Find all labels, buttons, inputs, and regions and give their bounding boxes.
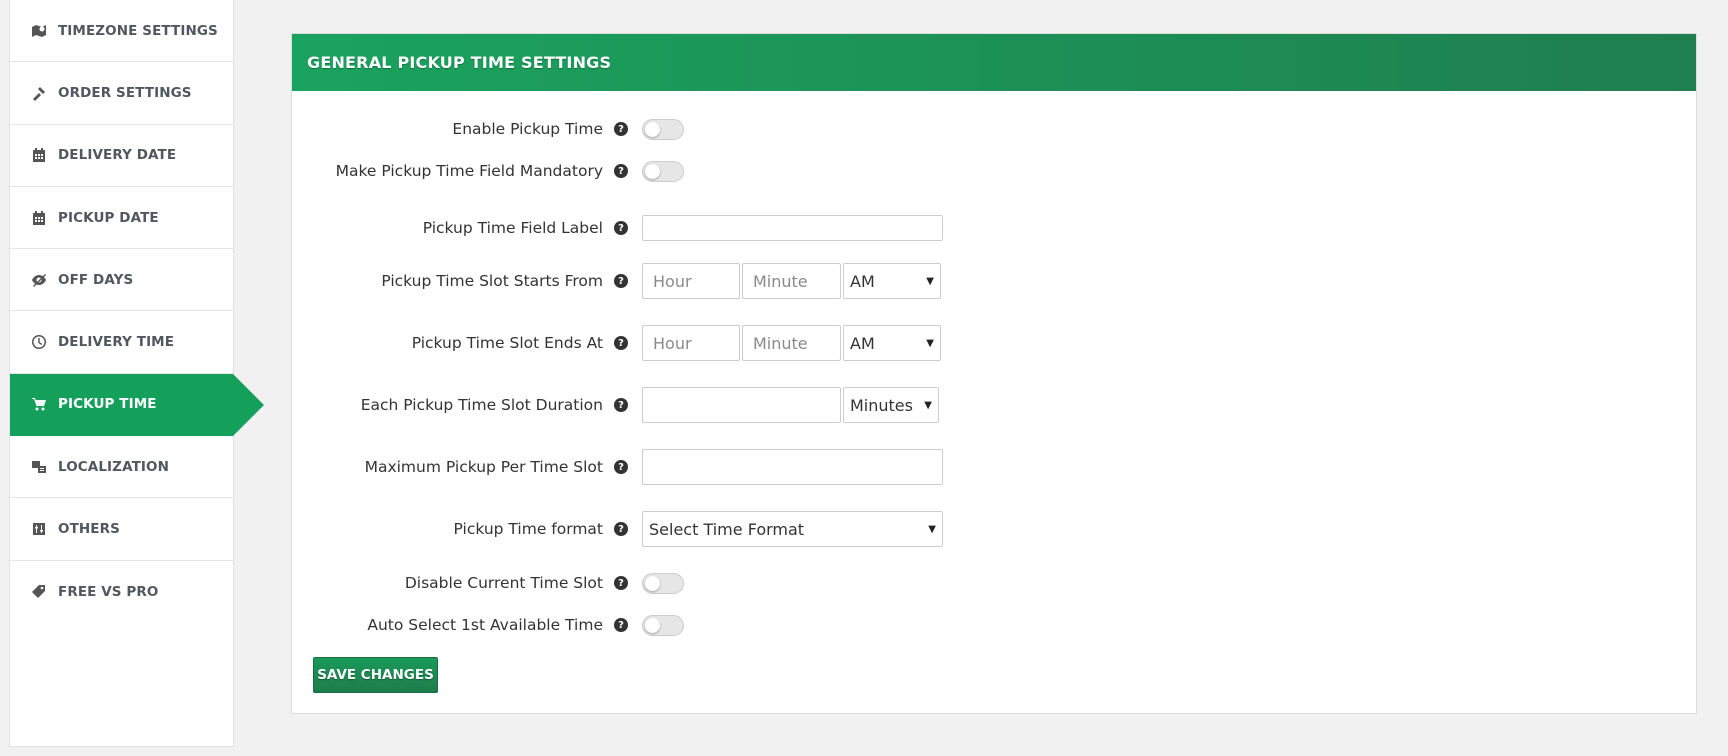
field-label-row: Pickup Time Field Label ? bbox=[292, 215, 943, 241]
tags-icon bbox=[30, 583, 48, 601]
cart-icon bbox=[30, 395, 48, 413]
pickup-time-field-label-input[interactable] bbox=[642, 215, 943, 241]
auto-select-toggle[interactable] bbox=[642, 614, 684, 636]
sidebar-item-off-days[interactable]: OFF DAYS bbox=[10, 249, 233, 312]
disable-current-toggle[interactable] bbox=[642, 572, 684, 594]
enable-pickup-time-toggle[interactable] bbox=[642, 118, 684, 140]
sidebar-item-free-vs-pro[interactable]: FREE VS PRO bbox=[10, 561, 233, 623]
slot-starts-row: Pickup Time Slot Starts From ? Hour Minu… bbox=[292, 262, 941, 300]
help-icon[interactable]: ? bbox=[614, 522, 628, 536]
select-value: Select Time Format bbox=[649, 519, 805, 539]
field-label: Each Pickup Time Slot Duration bbox=[360, 396, 603, 414]
select-value: AM bbox=[850, 271, 875, 291]
help-icon[interactable]: ? bbox=[614, 576, 628, 590]
sidebar-item-label: OTHERS bbox=[58, 521, 120, 538]
slot-duration-input[interactable] bbox=[642, 387, 841, 423]
help-icon[interactable]: ? bbox=[614, 618, 628, 632]
field-label: Maximum Pickup Per Time Slot bbox=[364, 458, 603, 476]
field-label: Make Pickup Time Field Mandatory bbox=[335, 162, 603, 180]
mandatory-toggle[interactable] bbox=[642, 160, 684, 182]
clock-icon bbox=[30, 333, 48, 351]
field-label: Pickup Time Field Label bbox=[422, 219, 603, 237]
help-icon[interactable]: ? bbox=[614, 221, 628, 235]
sidebar-item-label: TIMEZONE SETTINGS bbox=[58, 22, 218, 39]
calendar-icon bbox=[30, 209, 48, 227]
slot-end-hour-input[interactable]: Hour bbox=[642, 325, 740, 361]
sidebar-item-delivery-time[interactable]: DELIVERY TIME bbox=[10, 311, 233, 374]
help-icon[interactable]: ? bbox=[614, 398, 628, 412]
panel-header: GENERAL PICKUP TIME SETTINGS bbox=[292, 34, 1696, 91]
sidebar-item-label: DELIVERY DATE bbox=[58, 147, 177, 164]
pickup-time-settings-panel: GENERAL PICKUP TIME SETTINGS Enable Pick… bbox=[291, 33, 1697, 714]
help-icon[interactable]: ? bbox=[614, 274, 628, 288]
field-label: Pickup Time Slot Starts From bbox=[381, 272, 603, 290]
help-icon[interactable]: ? bbox=[614, 122, 628, 136]
field-label: Pickup Time format bbox=[453, 520, 604, 538]
field-label: Pickup Time Slot Ends At bbox=[411, 334, 603, 352]
chevron-down-icon: ▼ bbox=[928, 523, 936, 535]
sidebar-item-label: ORDER SETTINGS bbox=[58, 84, 192, 101]
help-icon[interactable]: ? bbox=[614, 336, 628, 350]
sidebar-item-timezone-settings[interactable]: TIMEZONE SETTINGS bbox=[10, 0, 233, 63]
disable-current-row: Disable Current Time Slot ? bbox=[292, 571, 684, 595]
auto-select-row: Auto Select 1st Available Time ? bbox=[292, 613, 684, 637]
time-format-select[interactable]: Select Time Format ▼ bbox=[642, 511, 943, 547]
sidebar-item-label: DELIVERY TIME bbox=[58, 334, 175, 351]
slot-start-ampm-select[interactable]: AM ▼ bbox=[843, 263, 941, 299]
sidebar-item-others[interactable]: OTHERS bbox=[10, 498, 233, 561]
sidebar-item-label: LOCALIZATION bbox=[58, 458, 169, 475]
sidebar-item-label: PICKUP TIME bbox=[58, 396, 157, 413]
help-icon[interactable]: ? bbox=[614, 460, 628, 474]
sliders-icon bbox=[30, 520, 48, 538]
select-value: AM bbox=[850, 333, 875, 353]
sidebar-item-delivery-date[interactable]: DELIVERY DATE bbox=[10, 125, 233, 187]
select-value: Minutes bbox=[850, 395, 913, 415]
field-label: Disable Current Time Slot bbox=[404, 574, 603, 592]
sidebar-item-order-settings[interactable]: ORDER SETTINGS bbox=[10, 62, 233, 125]
sidebar-item-label: FREE VS PRO bbox=[58, 583, 159, 600]
map-pin-icon bbox=[30, 22, 48, 40]
language-icon bbox=[30, 458, 48, 476]
max-pickup-input[interactable] bbox=[642, 449, 943, 485]
chevron-down-icon: ▼ bbox=[924, 399, 932, 411]
time-format-row: Pickup Time format ? Select Time Format … bbox=[292, 510, 943, 548]
sidebar-item-pickup-date[interactable]: PICKUP DATE bbox=[10, 187, 233, 250]
save-changes-button[interactable]: SAVE CHANGES bbox=[313, 657, 438, 693]
slot-end-ampm-select[interactable]: AM ▼ bbox=[843, 325, 941, 361]
field-label: Enable Pickup Time bbox=[452, 120, 603, 138]
max-pickup-row: Maximum Pickup Per Time Slot ? bbox=[292, 448, 943, 486]
slot-ends-row: Pickup Time Slot Ends At ? Hour Minute A… bbox=[292, 324, 941, 362]
slot-end-minute-input[interactable]: Minute bbox=[742, 325, 841, 361]
sidebar-item-label: OFF DAYS bbox=[58, 271, 134, 288]
chevron-down-icon: ▼ bbox=[926, 337, 934, 349]
calendar-icon bbox=[30, 146, 48, 164]
chevron-down-icon: ▼ bbox=[926, 275, 934, 287]
eye-slash-icon bbox=[30, 271, 48, 289]
help-icon[interactable]: ? bbox=[614, 164, 628, 178]
sidebar-item-pickup-time[interactable]: PICKUP TIME bbox=[10, 373, 264, 437]
mandatory-row: Make Pickup Time Field Mandatory ? bbox=[292, 159, 684, 183]
tools-icon bbox=[30, 84, 48, 102]
slot-start-minute-input[interactable]: Minute bbox=[742, 263, 841, 299]
slot-start-hour-input[interactable]: Hour bbox=[642, 263, 740, 299]
sidebar-item-localization[interactable]: LOCALIZATION bbox=[10, 436, 233, 499]
panel-title: GENERAL PICKUP TIME SETTINGS bbox=[307, 53, 612, 72]
slot-duration-row: Each Pickup Time Slot Duration ? Minutes… bbox=[292, 386, 939, 424]
enable-pickup-time-row: Enable Pickup Time ? bbox=[292, 117, 684, 141]
sidebar-item-label: PICKUP DATE bbox=[58, 209, 159, 226]
settings-sidebar: TIMEZONE SETTINGS ORDER SETTINGS DELIVER… bbox=[9, 0, 264, 747]
slot-duration-unit-select[interactable]: Minutes ▼ bbox=[843, 387, 939, 423]
field-label: Auto Select 1st Available Time bbox=[367, 616, 603, 634]
